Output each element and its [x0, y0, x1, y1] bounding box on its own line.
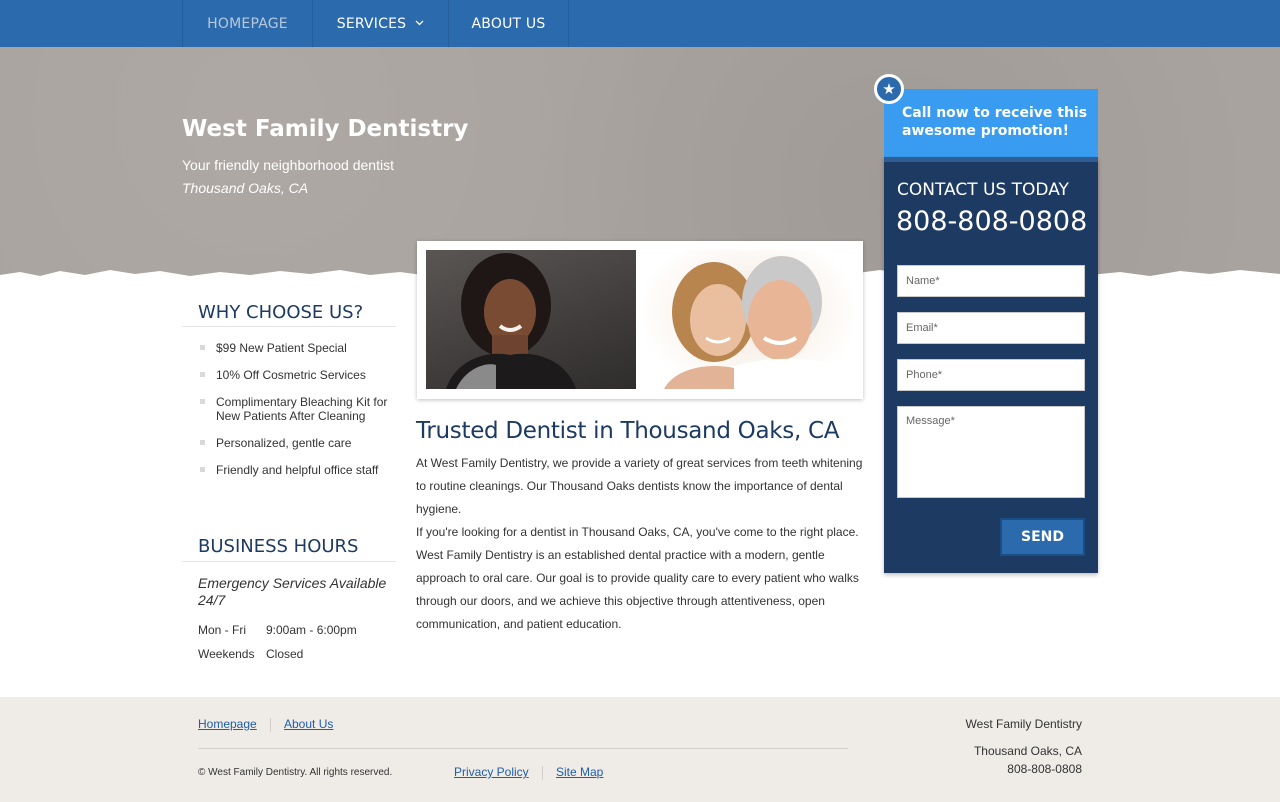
list-item: Complimentary Bleaching Kit for New Pati… [198, 395, 393, 423]
list-item-text: Complimentary Bleaching Kit for New Pati… [216, 395, 388, 423]
business-hours-heading: BUSINESS HOURS [198, 536, 359, 557]
contact-heading: CONTACT US TODAY [897, 180, 1069, 200]
intro-paragraph: At West Family Dentistry, we provide a v… [416, 456, 863, 516]
top-nav: HOMEPAGE SERVICES ABOUT US [0, 0, 1280, 47]
why-divider [182, 326, 396, 327]
list-item-text: 10% Off Cosmetric Services [216, 368, 366, 382]
square-bullet-icon [200, 467, 205, 472]
square-bullet-icon [200, 372, 205, 377]
promo-banner: Call now to receive this awesome promoti… [884, 89, 1098, 157]
name-field[interactable] [897, 265, 1085, 297]
phone-field[interactable] [897, 359, 1085, 391]
footer-separator [270, 718, 271, 732]
send-button[interactable]: SEND [1000, 518, 1085, 556]
main-body: At West Family Dentistry, we provide a v… [416, 452, 868, 636]
promo-text: Call now to receive this awesome promoti… [902, 105, 1088, 139]
star-icon: ★ [874, 74, 904, 104]
footer-divider [198, 748, 848, 749]
email-field[interactable] [897, 312, 1085, 344]
hours-day: Weekends [198, 647, 255, 661]
list-item-text: Personalized, gentle care [216, 436, 352, 450]
hours-time: Closed [266, 647, 304, 661]
woman-smiling-photo [426, 250, 636, 389]
list-item: Friendly and helpful office staff [198, 463, 393, 477]
copyright-text: © West Family Dentistry. All rights rese… [198, 767, 393, 778]
nav-item-about-us-label: ABOUT US [471, 15, 546, 32]
chevron-down-icon [415, 18, 424, 29]
footer-address-city: Thousand Oaks, CA [973, 744, 1082, 758]
square-bullet-icon [200, 399, 205, 404]
why-list: $99 New Patient Special 10% Off Cosmetri… [198, 341, 393, 490]
why-choose-heading: WHY CHOOSE US? [198, 302, 364, 323]
emergency-note: Emergency Services Available 24/7 [198, 575, 387, 608]
footer-link-about-us[interactable]: About Us [284, 717, 333, 731]
footer-link-site-map[interactable]: Site Map [556, 765, 603, 779]
footer-link-privacy-policy[interactable]: Privacy Policy [454, 765, 529, 779]
hours-day: Mon - Fri [198, 623, 246, 637]
main-title: Trusted Dentist in Thousand Oaks, CA [416, 418, 840, 444]
footer-address-name: West Family Dentistry [965, 717, 1082, 731]
list-item: Personalized, gentle care [198, 436, 393, 450]
hours-divider [182, 561, 396, 562]
nav-menu: HOMEPAGE SERVICES ABOUT US [182, 0, 569, 47]
nav-item-services-label: SERVICES [336, 15, 407, 32]
nav-item-about-us[interactable]: ABOUT US [448, 0, 569, 47]
couple-smiling-photo [644, 250, 854, 389]
detail-paragraph: If you're looking for a dentist in Thous… [416, 525, 859, 631]
hours-time: 9:00am - 6:00pm [266, 623, 357, 637]
message-field[interactable] [897, 406, 1085, 498]
footer-link-homepage[interactable]: Homepage [198, 717, 257, 731]
footer-address-phone: 808-808-0808 [1007, 762, 1082, 776]
footer: Homepage About Us © West Family Dentistr… [0, 697, 1280, 802]
list-item-text: Friendly and helpful office staff [216, 463, 379, 477]
contact-form: CONTACT US TODAY 808-808-0808 SEND [884, 157, 1098, 573]
square-bullet-icon [200, 440, 205, 445]
photo-gallery [417, 241, 863, 399]
site-title: West Family Dentistry [182, 116, 469, 142]
nav-item-homepage-label: HOMEPAGE [207, 15, 288, 32]
list-item: 10% Off Cosmetric Services [198, 368, 393, 382]
site-tagline: Your friendly neighborhood dentist [182, 157, 394, 173]
list-item: $99 New Patient Special [198, 341, 393, 355]
nav-item-homepage[interactable]: HOMEPAGE [182, 0, 312, 47]
list-item-text: $99 New Patient Special [216, 341, 347, 355]
square-bullet-icon [200, 345, 205, 350]
hours-row: Mon - Fri 9:00am - 6:00pm [198, 623, 357, 637]
hours-row: Weekends Closed [198, 647, 303, 661]
site-location: Thousand Oaks, CA [182, 180, 309, 196]
contact-phone[interactable]: 808-808-0808 [896, 206, 1087, 237]
footer-separator [542, 766, 543, 780]
nav-item-services[interactable]: SERVICES [312, 0, 448, 47]
